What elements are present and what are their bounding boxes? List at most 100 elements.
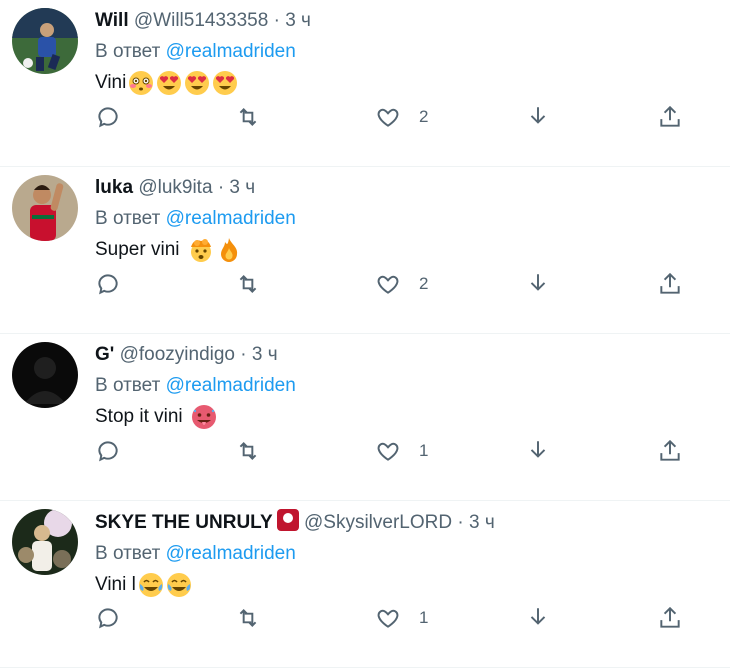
display-name[interactable]: Will: [95, 10, 129, 31]
retweet-button[interactable]: [235, 605, 261, 631]
share-button[interactable]: [657, 605, 683, 631]
hot-face-emoji: [191, 404, 217, 430]
avatar[interactable]: [12, 509, 78, 575]
timestamp[interactable]: 3 ч: [252, 344, 278, 365]
fire-emoji: [216, 237, 242, 263]
reply-context: В ответ @realmadriden: [95, 39, 720, 65]
timestamp[interactable]: 3 ч: [469, 512, 495, 533]
red-card-icon: [276, 509, 299, 531]
tweet-actions: 1: [95, 438, 715, 474]
heart-icon: [375, 605, 401, 631]
download-button[interactable]: [525, 605, 551, 631]
tweet-header: SKYE THE UNRULY @SkysilverLORD · 3 ч: [95, 509, 720, 536]
tweet-text-body: Vini: [95, 72, 127, 93]
user-handle[interactable]: @Will51433358: [134, 10, 268, 31]
tweet-header: luka @luk9ita · 3 ч: [95, 175, 720, 201]
display-name[interactable]: luka: [95, 177, 133, 198]
retweet-icon: [235, 605, 261, 631]
reply-icon: [95, 438, 121, 464]
avatar[interactable]: [12, 8, 78, 74]
reply-button[interactable]: [95, 271, 121, 297]
reply-button[interactable]: [95, 104, 121, 130]
heart-eyes-emoji: [212, 70, 238, 96]
share-icon: [657, 605, 683, 631]
tweet-text-body: Vini l: [95, 574, 136, 595]
reply-icon: [95, 104, 121, 130]
like-count: 1: [419, 608, 429, 627]
separator-dot: ·: [240, 344, 247, 365]
retweet-button[interactable]: [235, 271, 261, 297]
reply-prefix: В ответ: [95, 41, 161, 62]
share-button[interactable]: [657, 104, 683, 130]
like-count: 2: [419, 107, 429, 126]
separator-dot: ·: [273, 10, 280, 31]
flushed-face-emoji: [128, 70, 154, 96]
reply-mention-link[interactable]: @realmadriden: [166, 41, 296, 62]
tweet-reply[interactable]: Will @Will51433358 · 3 ч В ответ @realma…: [0, 0, 730, 167]
reply-context: В ответ @realmadriden: [95, 541, 720, 567]
reply-prefix: В ответ: [95, 543, 161, 564]
timestamp[interactable]: 3 ч: [229, 177, 255, 198]
download-button[interactable]: [525, 104, 551, 130]
reply-prefix: В ответ: [95, 208, 161, 229]
share-button[interactable]: [657, 438, 683, 464]
display-name[interactable]: G': [95, 344, 114, 365]
download-button[interactable]: [525, 271, 551, 297]
user-handle[interactable]: @SkysilverLORD: [304, 512, 452, 533]
reply-context: В ответ @realmadriden: [95, 373, 720, 399]
download-button[interactable]: [525, 438, 551, 464]
tweet-actions: 1: [95, 605, 715, 641]
tweet-text: Super vini: [95, 237, 720, 263]
download-icon: [525, 104, 551, 130]
tweet-text: Vini l: [95, 572, 720, 598]
retweet-button[interactable]: [235, 438, 261, 464]
separator-dot: ·: [457, 512, 464, 533]
retweet-icon: [235, 271, 261, 297]
heart-icon: [375, 271, 401, 297]
tweet-text-body: Stop it vini: [95, 406, 183, 427]
like-button[interactable]: 1: [375, 438, 428, 464]
exploding-head-emoji: [188, 237, 214, 263]
tweet-header: Will @Will51433358 · 3 ч: [95, 8, 720, 34]
reply-mention-link[interactable]: @realmadriden: [166, 543, 296, 564]
timestamp[interactable]: 3 ч: [285, 10, 311, 31]
tweet-reply[interactable]: G' @foozyindigo · 3 ч В ответ @realmadri…: [0, 334, 730, 501]
heart-icon: [375, 438, 401, 464]
retweet-icon: [235, 438, 261, 464]
reply-prefix: В ответ: [95, 375, 161, 396]
reply-icon: [95, 605, 121, 631]
heart-eyes-emoji: [184, 70, 210, 96]
like-count: 2: [419, 274, 429, 293]
share-icon: [657, 104, 683, 130]
reply-context: В ответ @realmadriden: [95, 206, 720, 232]
user-handle[interactable]: @luk9ita: [138, 177, 212, 198]
tears-of-joy-emoji: [138, 572, 164, 598]
retweet-button[interactable]: [235, 104, 261, 130]
reply-mention-link[interactable]: @realmadriden: [166, 375, 296, 396]
reply-button[interactable]: [95, 605, 121, 631]
share-icon: [657, 438, 683, 464]
download-icon: [525, 438, 551, 464]
download-icon: [525, 605, 551, 631]
avatar[interactable]: [12, 175, 78, 241]
reply-icon: [95, 271, 121, 297]
tweet-reply[interactable]: SKYE THE UNRULY @SkysilverLORD · 3 ч В о…: [0, 501, 730, 668]
avatar[interactable]: [12, 342, 78, 408]
tears-of-joy-emoji: [166, 572, 192, 598]
like-button[interactable]: 2: [375, 271, 428, 297]
download-icon: [525, 271, 551, 297]
like-button[interactable]: 1: [375, 605, 428, 631]
tweet-text-body: Super vini: [95, 239, 180, 260]
reply-button[interactable]: [95, 438, 121, 464]
heart-icon: [375, 104, 401, 130]
user-handle[interactable]: @foozyindigo: [120, 344, 235, 365]
tweet-text: Vini: [95, 70, 720, 96]
tweet-actions: 2: [95, 104, 715, 140]
reply-mention-link[interactable]: @realmadriden: [166, 208, 296, 229]
display-name[interactable]: SKYE THE UNRULY: [95, 512, 273, 533]
heart-eyes-emoji: [156, 70, 182, 96]
like-button[interactable]: 2: [375, 104, 428, 130]
share-button[interactable]: [657, 271, 683, 297]
tweet-actions: 2: [95, 271, 715, 307]
tweet-reply[interactable]: luka @luk9ita · 3 ч В ответ @realmadride…: [0, 167, 730, 334]
